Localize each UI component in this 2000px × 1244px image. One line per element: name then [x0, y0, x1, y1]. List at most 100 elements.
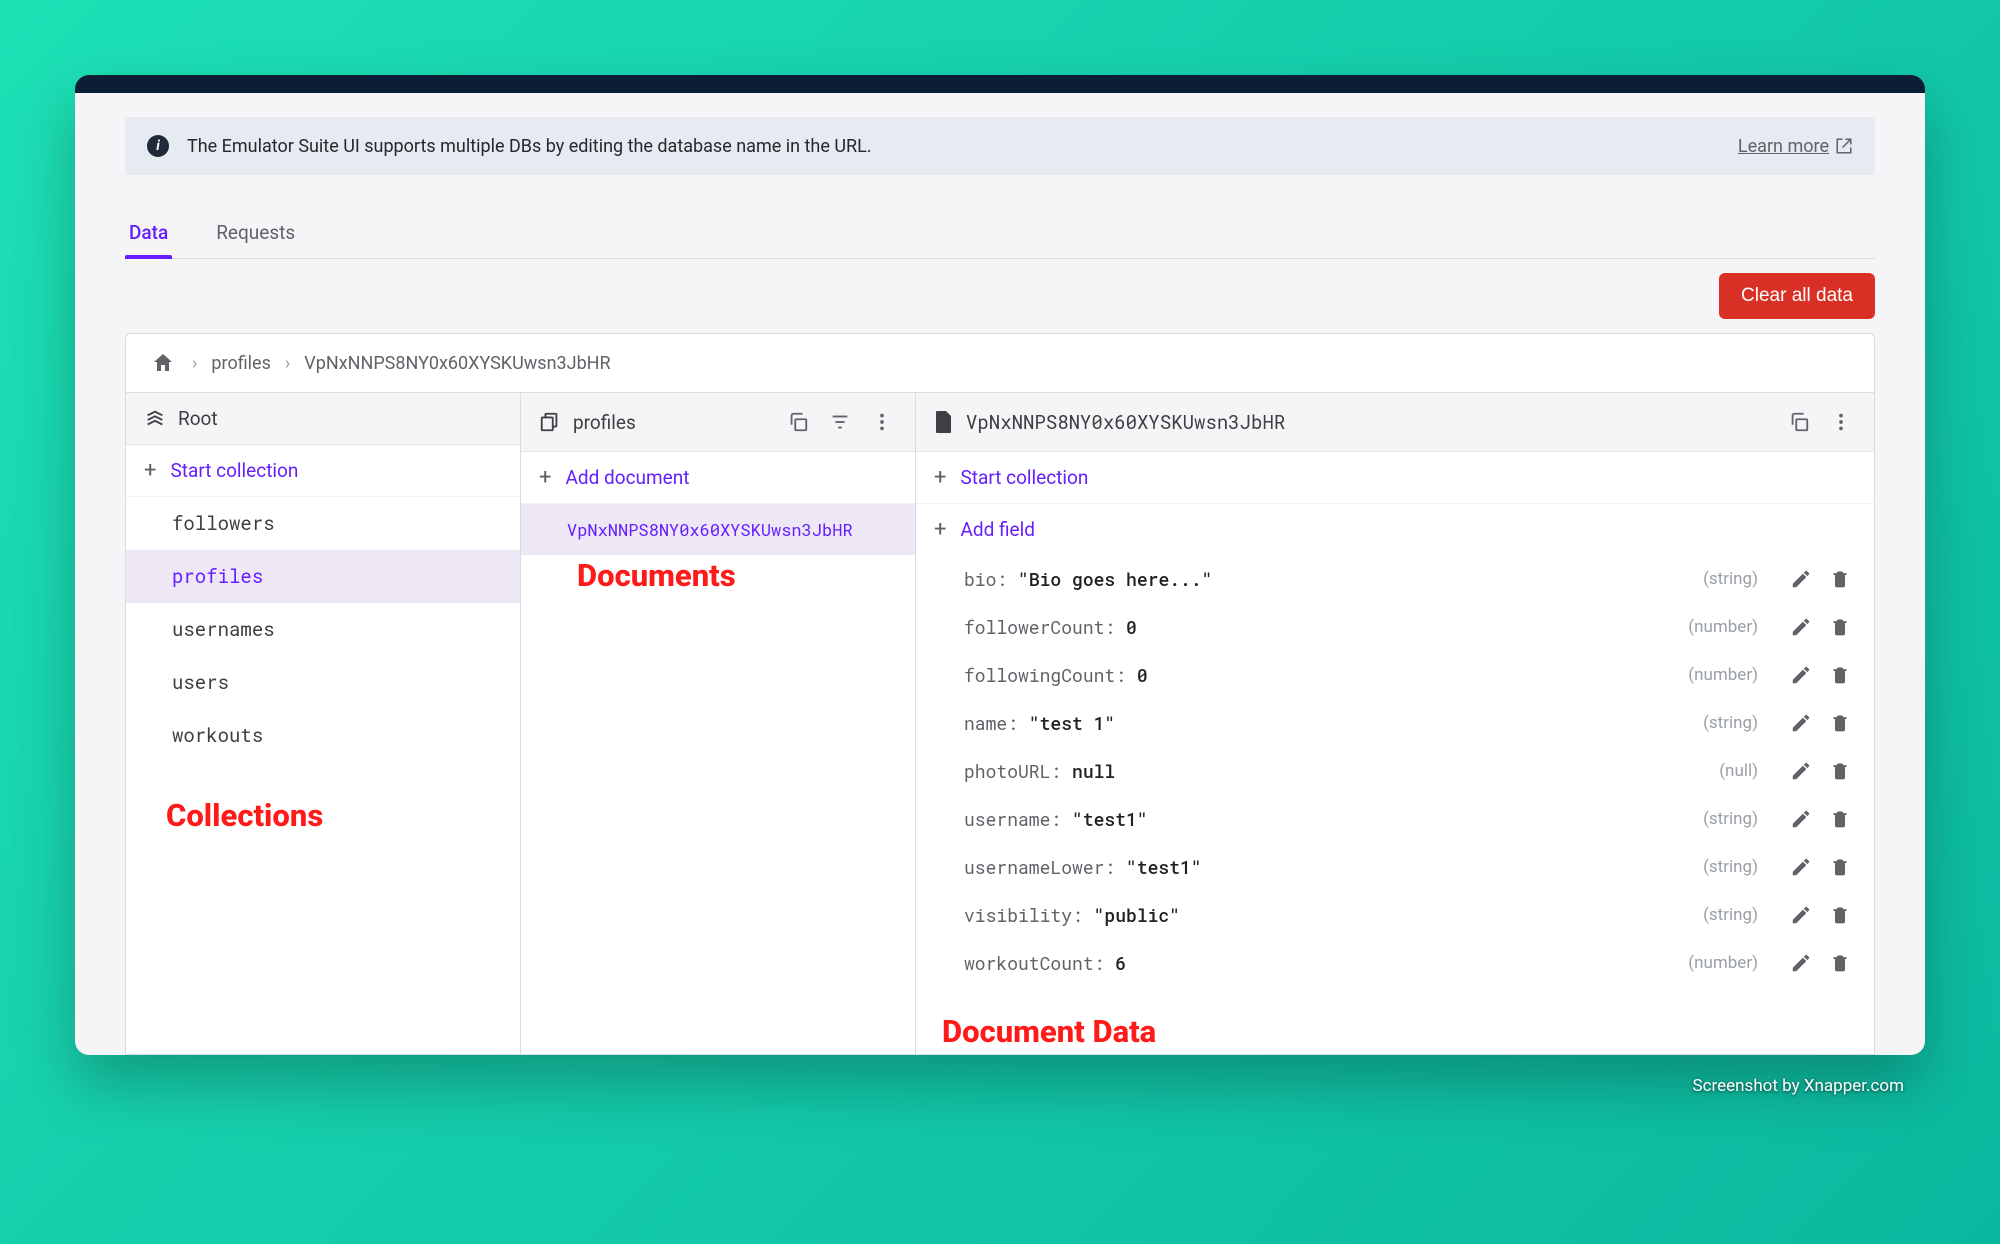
- delete-field-icon[interactable]: [1830, 664, 1850, 686]
- start-collection-button[interactable]: + Start collection: [126, 445, 520, 497]
- collection-item[interactable]: followers: [126, 497, 520, 550]
- collection-item[interactable]: usernames: [126, 603, 520, 656]
- field-key: photoURL:: [964, 759, 1072, 783]
- watermark: Screenshot by Xnapper.com: [1693, 1076, 1904, 1096]
- edit-field-icon[interactable]: [1790, 568, 1812, 590]
- more-vert-icon[interactable]: [867, 407, 897, 437]
- external-link-icon: [1835, 137, 1853, 155]
- app-content: i The Emulator Suite UI supports multipl…: [75, 93, 1925, 1055]
- field-row: workoutCount: 6(number): [916, 939, 1874, 987]
- add-field-button[interactable]: + Add field: [916, 504, 1874, 555]
- collection-icon: [539, 411, 561, 433]
- app-window: i The Emulator Suite UI supports multipl…: [75, 75, 1925, 1055]
- delete-field-icon[interactable]: [1830, 760, 1850, 782]
- pane-document-data: VpNxNNPS8NY0x60XYSKUwsn3JbHR + Start col…: [916, 393, 1874, 1054]
- pane-documents: profiles + Add document: [521, 393, 916, 1054]
- field-value: null: [1072, 759, 1115, 783]
- delete-field-icon[interactable]: [1830, 712, 1850, 734]
- edit-field-icon[interactable]: [1790, 856, 1812, 878]
- field-type: (null): [1719, 761, 1758, 781]
- field-key: name:: [964, 711, 1029, 735]
- delete-field-icon[interactable]: [1830, 952, 1850, 974]
- field-row: photoURL: null (null): [916, 747, 1874, 795]
- field-row: name: "test 1" (string): [916, 699, 1874, 747]
- window-titlebar: [75, 75, 1925, 93]
- plus-icon: +: [144, 460, 156, 482]
- pane-collections-header: Root: [126, 393, 520, 445]
- field-type: (string): [1703, 857, 1758, 877]
- delete-field-icon[interactable]: [1830, 568, 1850, 590]
- start-collection-label: Start collection: [170, 459, 298, 482]
- breadcrumb-document[interactable]: VpNxNNPS8NY0x60XYSKUwsn3JbHR: [304, 353, 610, 374]
- collection-item[interactable]: workouts: [126, 709, 520, 762]
- learn-more-label: Learn more: [1738, 136, 1829, 157]
- edit-field-icon[interactable]: [1790, 952, 1812, 974]
- edit-field-icon[interactable]: [1790, 712, 1812, 734]
- document-item[interactable]: VpNxNNPS8NY0x60XYSKUwsn3JbHR: [521, 504, 915, 555]
- delete-field-icon[interactable]: [1830, 808, 1850, 830]
- home-icon[interactable]: [148, 348, 178, 378]
- field-value: "public": [1094, 903, 1180, 927]
- field-type: (string): [1703, 569, 1758, 589]
- edit-field-icon[interactable]: [1790, 808, 1812, 830]
- field-row: followerCount: 0(number): [916, 603, 1874, 651]
- action-row: Clear all data: [125, 273, 1875, 319]
- field-type: (number): [1688, 617, 1758, 637]
- field-type: (string): [1703, 809, 1758, 829]
- edit-field-icon[interactable]: [1790, 664, 1812, 686]
- field-key: bio:: [964, 567, 1018, 591]
- add-field-label: Add field: [960, 518, 1034, 541]
- field-row: bio: "Bio goes here..."(string): [916, 555, 1874, 603]
- pane-collections: Root + Start collection followersprofile…: [126, 393, 521, 1054]
- field-value: "test1": [1072, 807, 1148, 831]
- document-icon: [934, 410, 954, 434]
- field-value: "test1": [1126, 855, 1202, 879]
- field-key: workoutCount:: [964, 951, 1115, 975]
- field-row: username: "test1"(string): [916, 795, 1874, 843]
- edit-field-icon[interactable]: [1790, 616, 1812, 638]
- tab-requests[interactable]: Requests: [212, 211, 299, 258]
- delete-field-icon[interactable]: [1830, 856, 1850, 878]
- edit-field-icon[interactable]: [1790, 760, 1812, 782]
- copy-icon[interactable]: [783, 407, 813, 437]
- pane-document-title: VpNxNNPS8NY0x60XYSKUwsn3JbHR: [966, 410, 1772, 435]
- copy-icon[interactable]: [1784, 407, 1814, 437]
- add-document-button[interactable]: + Add document: [521, 452, 915, 504]
- field-type: (string): [1703, 713, 1758, 733]
- field-type: (number): [1688, 953, 1758, 973]
- collection-item[interactable]: users: [126, 656, 520, 709]
- pane-document-header: VpNxNNPS8NY0x60XYSKUwsn3JbHR: [916, 393, 1874, 452]
- field-key: followingCount:: [964, 663, 1137, 687]
- field-type: (number): [1688, 665, 1758, 685]
- field-value: 0: [1137, 663, 1148, 687]
- field-row: visibility: "public"(string): [916, 891, 1874, 939]
- start-subcollection-label: Start collection: [960, 466, 1088, 489]
- learn-more-link[interactable]: Learn more: [1738, 136, 1853, 157]
- field-value: "test 1": [1029, 711, 1115, 735]
- breadcrumb: › profiles › VpNxNNPS8NY0x60XYSKUwsn3JbH…: [126, 334, 1874, 393]
- info-icon: i: [147, 135, 169, 157]
- root-icon: [144, 408, 166, 430]
- delete-field-icon[interactable]: [1830, 904, 1850, 926]
- clear-all-data-button[interactable]: Clear all data: [1719, 273, 1875, 319]
- chevron-right-icon: ›: [192, 353, 197, 374]
- edit-field-icon[interactable]: [1790, 904, 1812, 926]
- collection-item[interactable]: profiles: [126, 550, 520, 603]
- field-type: (string): [1703, 905, 1758, 925]
- start-subcollection-button[interactable]: + Start collection: [916, 452, 1874, 504]
- plus-icon: +: [934, 467, 946, 489]
- filter-icon[interactable]: [825, 407, 855, 437]
- tab-data[interactable]: Data: [125, 211, 172, 258]
- field-value: 0: [1126, 615, 1137, 639]
- info-banner: i The Emulator Suite UI supports multipl…: [125, 117, 1875, 175]
- plus-icon: +: [539, 467, 551, 489]
- chevron-right-icon: ›: [285, 353, 290, 374]
- data-explorer: › profiles › VpNxNNPS8NY0x60XYSKUwsn3JbH…: [125, 333, 1875, 1055]
- annotation-collections: Collections: [166, 797, 323, 834]
- plus-icon: +: [934, 519, 946, 541]
- delete-field-icon[interactable]: [1830, 616, 1850, 638]
- breadcrumb-collection[interactable]: profiles: [211, 353, 270, 374]
- banner-text: The Emulator Suite UI supports multiple …: [187, 136, 872, 157]
- more-vert-icon[interactable]: [1826, 407, 1856, 437]
- annotation-document-data: Document Data: [942, 1013, 1156, 1050]
